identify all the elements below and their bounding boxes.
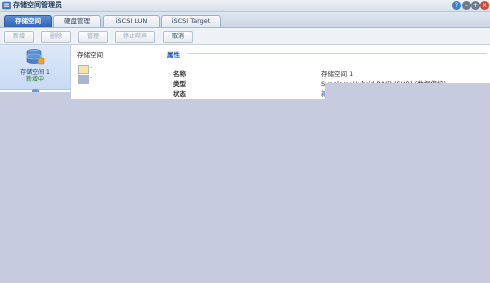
sidebar-item-label: 存储空间 1 xyxy=(20,69,50,76)
storage-manager-icon xyxy=(2,1,11,10)
tab-disk-management[interactable]: 硬盘管理 xyxy=(53,15,101,27)
sidebar-item-status: 新增中 xyxy=(25,76,44,83)
legend-swatch xyxy=(78,65,89,74)
list-item[interactable]: - xyxy=(78,64,158,74)
minimize-button[interactable]: – xyxy=(462,1,471,10)
prop-value-status: 新增中 xyxy=(321,90,341,98)
cancel-button[interactable]: 取消 xyxy=(163,31,193,43)
sidebar-item-volume-1[interactable]: 存储空间 1 新增中 xyxy=(0,45,70,90)
prop-value-name: 存储空间 1 xyxy=(321,70,354,78)
maximize-button[interactable]: + xyxy=(471,1,480,10)
tab-bar: 存储空间 硬盘管理 iSCSI LUN iSCSI Target xyxy=(0,12,490,28)
manage-button[interactable]: 管理 xyxy=(78,31,108,43)
stop-beep-button[interactable]: 停止哔声 xyxy=(115,31,155,43)
delete-button[interactable]: 删除 xyxy=(41,31,71,43)
list-item[interactable]: - xyxy=(78,74,158,84)
tab-iscsi-target[interactable]: iSCSI Target xyxy=(161,15,221,27)
legend-swatch xyxy=(78,75,89,84)
volume-icon xyxy=(26,49,45,65)
create-button[interactable]: 新增 xyxy=(4,31,34,43)
title-bar: 存储空间管理员 ? – + × xyxy=(0,0,490,12)
main-panel: 存储空间 - - 属性 名称 存储空间 1 类型 Synology Hybrid… xyxy=(71,45,490,283)
window-title: 存储空间管理员 xyxy=(13,1,62,9)
sidebar: 存储空间 1 新增中 xyxy=(0,45,71,283)
add-volume-icon xyxy=(32,89,39,97)
list-header: 存储空间 xyxy=(77,51,103,59)
prop-key-status: 状态 xyxy=(173,90,186,98)
prop-value-type: Synology Hybrid RAID (SHR) (数据保护) xyxy=(321,80,446,88)
tab-storage-space[interactable]: 存储空间 xyxy=(4,15,52,27)
toolbar: 新增 删除 管理 停止哔声 取消 xyxy=(0,28,490,45)
close-button[interactable]: × xyxy=(480,1,489,10)
properties-title: 属性 xyxy=(167,51,180,59)
properties-divider xyxy=(187,53,487,54)
prop-key-type: 类型 xyxy=(173,80,186,88)
prop-key-name: 名称 xyxy=(173,70,186,78)
help-button[interactable]: ? xyxy=(452,1,461,10)
tab-iscsi-lun[interactable]: iSCSI LUN xyxy=(103,15,160,27)
